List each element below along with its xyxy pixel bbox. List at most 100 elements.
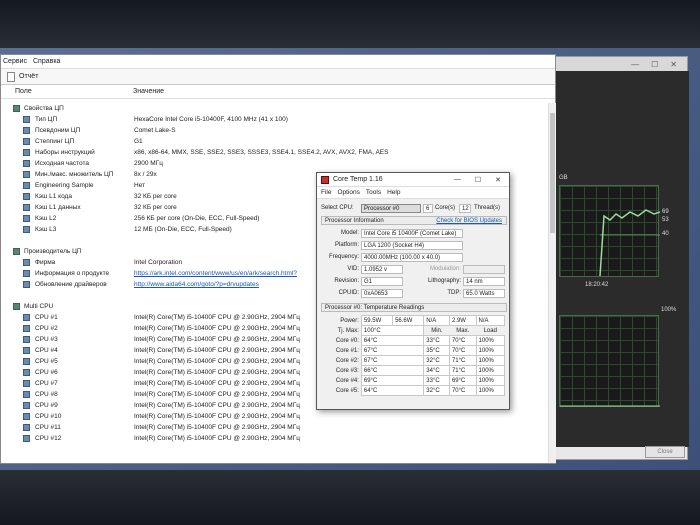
- cores-label: Core(s): [435, 205, 456, 211]
- graph-value-2: 53: [662, 217, 669, 223]
- core-max: 70°C: [448, 345, 477, 356]
- property-name: Информация о продукте: [35, 270, 110, 277]
- property-name: CPU #3: [35, 336, 58, 343]
- property-row[interactable]: CPU #12 Intel(R) Core(TM) i5-10400F CPU @…: [1, 433, 549, 444]
- property-row[interactable]: Исходная частота 2900 МГц: [1, 158, 549, 169]
- property-icon: [23, 424, 30, 431]
- menu-help[interactable]: Справка: [33, 58, 60, 65]
- property-value: Intel(R) Core(TM) i5-10400F CPU @ 2.90GH…: [134, 358, 300, 365]
- aida-menubar: Сервис Справка: [1, 55, 555, 69]
- core-temp: 64°C: [360, 335, 425, 346]
- core-load: 100%: [475, 385, 506, 396]
- core-load: 100%: [475, 365, 506, 376]
- property-row[interactable]: CPU #11 Intel(R) Core(TM) i5-10400F CPU @…: [1, 422, 549, 433]
- menu-help[interactable]: Help: [387, 189, 400, 196]
- property-name: Multi CPU: [24, 303, 54, 310]
- core-min: 34°C: [423, 365, 450, 376]
- property-icon: [23, 171, 30, 178]
- core-row: Core #1: 67°C 35°C 70°C 100%: [323, 345, 506, 356]
- property-value: 256 КБ per core (On-Die, ECC, Full-Speed…: [134, 215, 260, 222]
- property-name: CPU #12: [35, 435, 62, 442]
- menu-service[interactable]: Сервис: [3, 58, 27, 65]
- property-icon: [23, 314, 30, 321]
- core-row: Core #3: 66°C 34°C 71°C 100%: [323, 365, 506, 376]
- threads-label: Thread(s): [474, 205, 501, 211]
- property-icon: [23, 127, 30, 134]
- processor-select[interactable]: Processor #0: [361, 204, 421, 213]
- property-link[interactable]: http://www.aida64.com/goto/?p=drvupdates: [134, 279, 259, 290]
- property-name: CPU #10: [35, 413, 62, 420]
- cpuid-value: 0xA0653: [361, 289, 403, 298]
- property-value: Нет: [134, 182, 146, 189]
- core-min: 35°C: [423, 345, 450, 356]
- property-icon: [23, 325, 30, 332]
- task-manager-window[interactable]: — ☐ ✕ GB 69 53 40 18:20:42 100% Close: [548, 56, 689, 460]
- property-icon: [23, 116, 30, 123]
- tdp-label: TDP:: [447, 290, 461, 296]
- property-icon: [23, 226, 30, 233]
- core-temp: 67°C: [360, 355, 425, 366]
- core-label: Core #3:: [323, 365, 362, 376]
- minimize-icon[interactable]: —: [454, 176, 461, 184]
- property-name: CPU #8: [35, 391, 58, 398]
- maximize-icon[interactable]: ☐: [651, 60, 658, 69]
- property-name: CPU #5: [35, 358, 58, 365]
- cpu-usage-graph: [559, 185, 661, 277]
- core-load: 100%: [475, 335, 506, 346]
- property-value: 32 КБ per core: [134, 204, 177, 211]
- column-value[interactable]: Значение: [131, 88, 164, 95]
- minimize-icon[interactable]: —: [631, 60, 639, 69]
- property-row[interactable]: Степпинг ЦП G1: [1, 136, 549, 147]
- property-name: Мин./макс. множитель ЦП: [35, 171, 114, 178]
- report-button[interactable]: Отчёт: [19, 73, 38, 80]
- modulation-value: [463, 265, 505, 274]
- property-value: Intel(R) Core(TM) i5-10400F CPU @ 2.90GH…: [134, 435, 300, 442]
- vid-label: VID:: [347, 266, 359, 272]
- property-value: Intel(R) Core(TM) i5-10400F CPU @ 2.90GH…: [134, 391, 300, 398]
- power-uncore: N/A: [423, 315, 450, 326]
- menu-file[interactable]: File: [321, 189, 331, 196]
- close-button[interactable]: Close: [645, 446, 685, 458]
- power-gpu: N/A: [475, 315, 506, 326]
- core-row: Core #2: 67°C 32°C 71°C 100%: [323, 355, 506, 366]
- column-field[interactable]: Поле: [1, 88, 131, 95]
- secondary-graph-line: [560, 405, 660, 407]
- group-icon: [13, 248, 20, 255]
- select-cpu-label: Select CPU:: [321, 205, 354, 211]
- property-row[interactable]: Тип ЦП HexaCore Intel Core i5-10400F, 410…: [1, 114, 549, 125]
- col-max: Max.: [449, 325, 477, 336]
- property-value: Intel(R) Core(TM) i5-10400F CPU @ 2.90GH…: [134, 413, 300, 420]
- menu-options[interactable]: Options: [337, 189, 359, 196]
- property-name: Наборы инструкций: [35, 149, 95, 156]
- frequency-value: 4000.00MHz (100.00 x 40.0): [361, 253, 463, 262]
- coretemp-window[interactable]: Core Temp 1.16 — ☐ ✕ File Options Tools …: [316, 172, 510, 410]
- tdp-value: 65.0 Watts: [463, 289, 505, 298]
- property-name: Кэш L3: [35, 226, 57, 233]
- tjmax-label: Tj. Max:: [323, 325, 362, 336]
- property-name: Фирма: [35, 259, 56, 266]
- property-row[interactable]: Псевдоним ЦП Comet Lake-S: [1, 125, 549, 136]
- vertical-scrollbar[interactable]: [548, 103, 556, 463]
- core-label: Core #5:: [323, 385, 362, 396]
- property-icon: [23, 149, 30, 156]
- close-icon[interactable]: ✕: [495, 176, 501, 184]
- core-temp: 67°C: [360, 345, 425, 356]
- col-min: Min.: [423, 325, 450, 336]
- maximize-icon[interactable]: ☐: [475, 176, 481, 184]
- bios-update-link[interactable]: Check for BIOS Updates: [436, 217, 502, 225]
- secondary-graph: [559, 315, 660, 407]
- menu-tools[interactable]: Tools: [366, 189, 381, 196]
- close-icon[interactable]: ✕: [670, 60, 677, 69]
- property-row[interactable]: CPU #10 Intel(R) Core(TM) i5-10400F CPU @…: [1, 411, 549, 422]
- property-value: Intel(R) Core(TM) i5-10400F CPU @ 2.90GH…: [134, 347, 300, 354]
- model-label: Model:: [340, 230, 359, 236]
- tm-unit-label: GB: [559, 175, 568, 181]
- group-icon: [13, 105, 20, 112]
- property-value: Intel(R) Core(TM) i5-10400F CPU @ 2.90GH…: [134, 336, 300, 343]
- report-icon[interactable]: [7, 71, 15, 82]
- scrollbar-thumb[interactable]: [550, 113, 555, 233]
- property-icon: [23, 204, 30, 211]
- property-link[interactable]: https://ark.intel.com/content/www/us/en/…: [134, 268, 297, 279]
- group-row[interactable]: Свойства ЦП: [1, 103, 549, 114]
- property-row[interactable]: Наборы инструкций x86, x86-64, MMX, SSE, …: [1, 147, 549, 158]
